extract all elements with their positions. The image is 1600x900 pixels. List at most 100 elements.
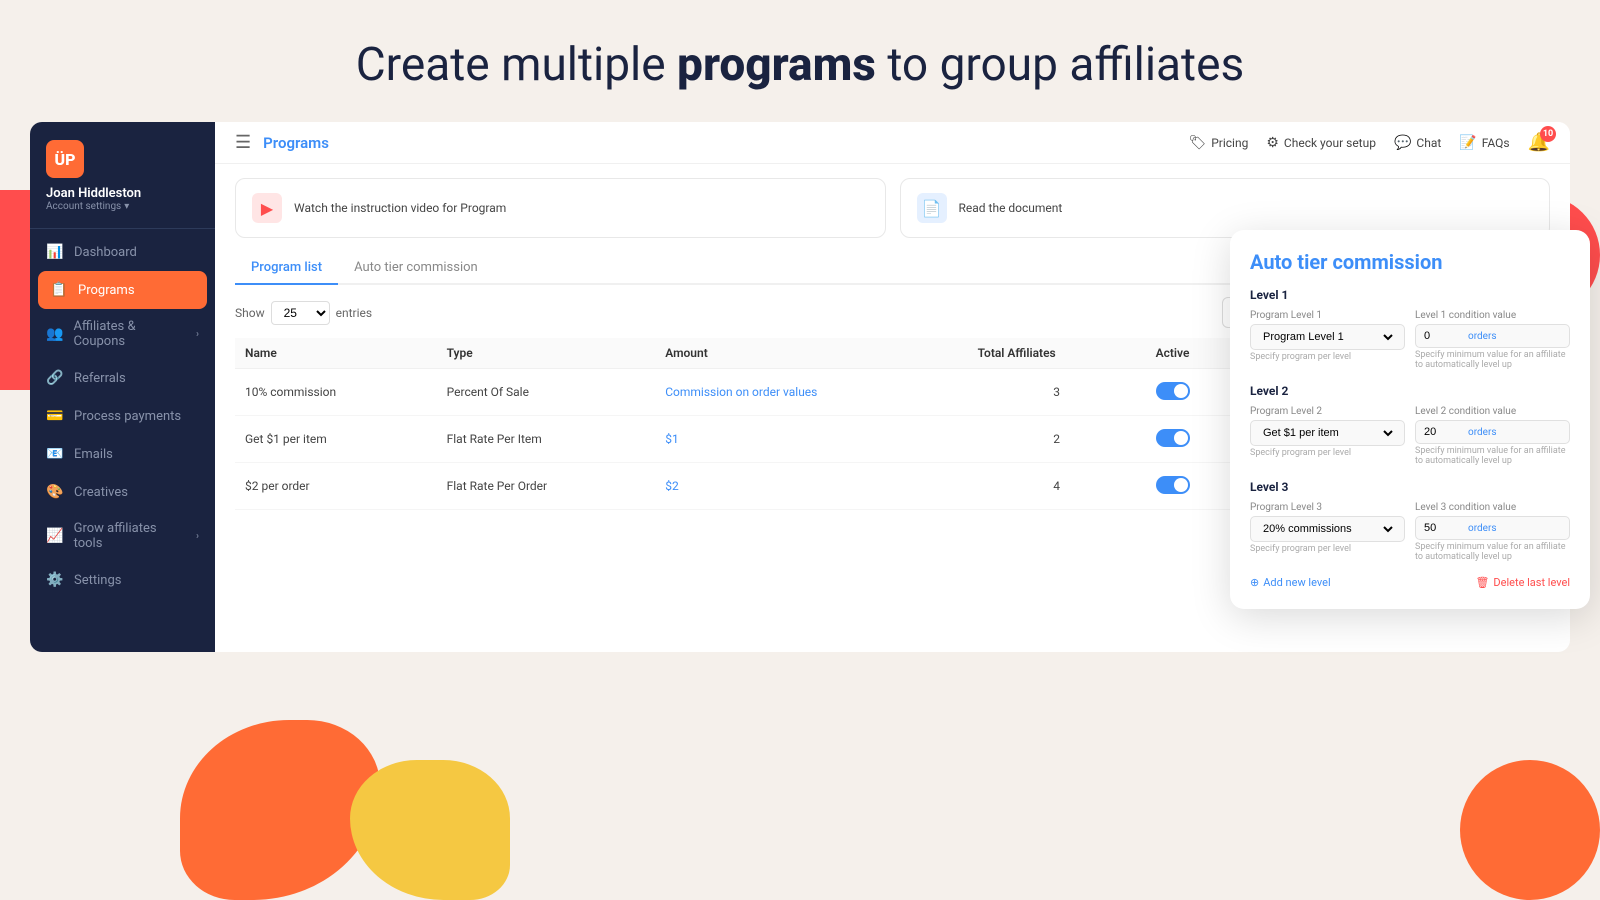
auto-tier-panel: Auto tier commission Level 1 Program Lev… — [1230, 230, 1590, 609]
level-3-condition-input[interactable]: orders — [1415, 516, 1570, 540]
add-level-button[interactable]: ⊕ Add new level — [1250, 576, 1331, 589]
level-1-program-field: Program Level 1 Program Level 1 Specify … — [1250, 310, 1405, 370]
level-3-condition-hint: Specify minimum value for an affiliate t… — [1415, 542, 1570, 562]
notification-count: 10 — [1540, 126, 1556, 142]
cell-amount[interactable]: $1 — [655, 416, 967, 463]
setup-icon: ⚙ — [1266, 135, 1279, 151]
tier-footer: ⊕ Add new level 🗑 Delete last level — [1250, 576, 1570, 589]
payments-icon: 💳 — [46, 407, 64, 425]
chat-icon: 💬 — [1394, 135, 1411, 151]
sidebar-item-referrals[interactable]: 🔗 Referrals — [30, 359, 215, 397]
cell-active[interactable] — [1146, 369, 1244, 416]
sidebar-item-label: Emails — [74, 447, 113, 462]
settings-icon: ⚙️ — [46, 571, 64, 589]
level-3-condition-label: Level 3 condition value — [1415, 502, 1570, 513]
video-card[interactable]: ▶ Watch the instruction video for Progra… — [235, 178, 886, 238]
sidebar-logo-area: ÜP — [30, 122, 215, 186]
cell-amount[interactable]: Commission on order values — [655, 369, 967, 416]
level-3-condition-field: Level 3 condition value orders Specify m… — [1415, 502, 1570, 562]
sidebar-item-emails[interactable]: 📧 Emails — [30, 435, 215, 473]
sidebar-item-process-payments[interactable]: 💳 Process payments — [30, 397, 215, 435]
cell-type: Percent Of Sale — [437, 369, 656, 416]
level-2-condition-input[interactable]: orders — [1415, 420, 1570, 444]
tab-auto-tier[interactable]: Auto tier commission — [338, 252, 494, 285]
programs-icon: 📋 — [50, 281, 68, 299]
sidebar-item-label: Process payments — [74, 409, 181, 424]
sidebar-item-label: Dashboard — [74, 245, 137, 260]
sidebar-item-settings[interactable]: ⚙️ Settings — [30, 561, 215, 599]
col-header-type: Type — [437, 338, 656, 369]
dashboard-icon: 📊 — [46, 243, 64, 261]
entries-select[interactable]: 25 50 100 — [271, 301, 330, 325]
cell-name: $2 per order — [235, 463, 437, 510]
info-cards: ▶ Watch the instruction video for Progra… — [235, 178, 1550, 238]
active-toggle[interactable] — [1156, 476, 1190, 494]
sidebar-item-label: Referrals — [74, 371, 126, 386]
cell-active[interactable] — [1146, 416, 1244, 463]
level-2-header: Level 2 — [1250, 384, 1570, 398]
plus-icon: ⊕ — [1250, 576, 1259, 589]
level-2-section: Level 2 Program Level 2 Get $1 per item … — [1250, 384, 1570, 466]
doc-card-text: Read the document — [959, 201, 1063, 215]
cell-affiliates: 2 — [968, 416, 1146, 463]
affiliates-icon: 👥 — [46, 325, 63, 343]
col-header-amount: Amount — [655, 338, 967, 369]
cell-name: Get $1 per item — [235, 416, 437, 463]
level-3-condition-value[interactable] — [1424, 522, 1464, 534]
sidebar-item-programs[interactable]: 📋 Programs — [38, 271, 207, 309]
level-1-program-select[interactable]: Program Level 1 — [1259, 330, 1396, 344]
delete-level-button[interactable]: 🗑 Delete last level — [1475, 576, 1570, 589]
topbar: ☰ Programs 🏷 Pricing ⚙ Check your setup … — [215, 122, 1570, 164]
cell-active[interactable] — [1146, 463, 1244, 510]
account-settings-link[interactable]: Account settings ▾ — [46, 201, 199, 212]
cell-name: 10% commission — [235, 369, 437, 416]
cell-type: Flat Rate Per Order — [437, 463, 656, 510]
hero-title: Create multiple programs to group affili… — [0, 0, 1600, 122]
sidebar-item-dashboard[interactable]: 📊 Dashboard — [30, 233, 215, 271]
level-3-program-field: Program Level 3 20% commissions Specify … — [1250, 502, 1405, 562]
video-icon: ▶ — [252, 193, 282, 223]
hamburger-menu[interactable]: ☰ — [235, 132, 251, 153]
level-3-section: Level 3 Program Level 3 20% commissions … — [1250, 480, 1570, 562]
creatives-icon: 🎨 — [46, 483, 64, 501]
sidebar-item-label: Settings — [74, 573, 121, 588]
level-2-condition-value[interactable] — [1424, 426, 1464, 438]
chevron-down-icon: › — [196, 531, 199, 542]
sidebar-item-label: Creatives — [74, 485, 128, 500]
cell-affiliates: 4 — [968, 463, 1146, 510]
level-1-condition-field: Level 1 condition value orders Specify m… — [1415, 310, 1570, 370]
level-2-program-label: Program Level 2 — [1250, 406, 1405, 417]
cell-amount[interactable]: $2 — [655, 463, 967, 510]
doc-card[interactable]: 📄 Read the document — [900, 178, 1551, 238]
level-1-condition-input[interactable]: orders — [1415, 324, 1570, 348]
sidebar-divider — [30, 228, 215, 229]
level-3-program-hint: Specify program per level — [1250, 544, 1405, 554]
level-2-condition-label: Level 2 condition value — [1415, 406, 1570, 417]
tab-program-list[interactable]: Program list — [235, 252, 338, 285]
sidebar-item-creatives[interactable]: 🎨 Creatives — [30, 473, 215, 511]
level-1-condition-value[interactable] — [1424, 330, 1464, 342]
topbar-right: 🏷 Pricing ⚙ Check your setup 💬 Chat 📝 FA… — [1188, 132, 1550, 153]
pricing-icon: 🏷 — [1188, 135, 1206, 151]
active-toggle[interactable] — [1156, 382, 1190, 400]
level-3-row: Program Level 3 20% commissions Specify … — [1250, 502, 1570, 562]
level-3-program-input[interactable]: 20% commissions — [1250, 516, 1405, 542]
faqs-button[interactable]: 📝 FAQs — [1459, 135, 1509, 151]
active-toggle[interactable] — [1156, 429, 1190, 447]
check-setup-button[interactable]: ⚙ Check your setup — [1266, 135, 1376, 151]
level-3-program-label: Program Level 3 — [1250, 502, 1405, 513]
col-header-name: Name — [235, 338, 437, 369]
pricing-button[interactable]: 🏷 Pricing — [1188, 135, 1248, 151]
level-1-program-input[interactable]: Program Level 1 — [1250, 324, 1405, 350]
level-3-header: Level 3 — [1250, 480, 1570, 494]
chat-button[interactable]: 💬 Chat — [1394, 135, 1441, 151]
video-card-text: Watch the instruction video for Program — [294, 201, 506, 215]
sidebar-item-grow-tools[interactable]: 📈 Grow affiliates tools › — [30, 511, 215, 561]
level-3-program-select[interactable]: 20% commissions — [1259, 522, 1396, 536]
level-1-header: Level 1 — [1250, 288, 1570, 302]
sidebar-item-affiliates[interactable]: 👥 Affiliates & Coupons › — [30, 309, 215, 359]
notifications-button[interactable]: 🔔 10 — [1528, 132, 1550, 153]
level-2-orders-label: orders — [1468, 427, 1497, 438]
level-2-program-select[interactable]: Get $1 per item — [1259, 426, 1396, 440]
level-2-program-input[interactable]: Get $1 per item — [1250, 420, 1405, 446]
